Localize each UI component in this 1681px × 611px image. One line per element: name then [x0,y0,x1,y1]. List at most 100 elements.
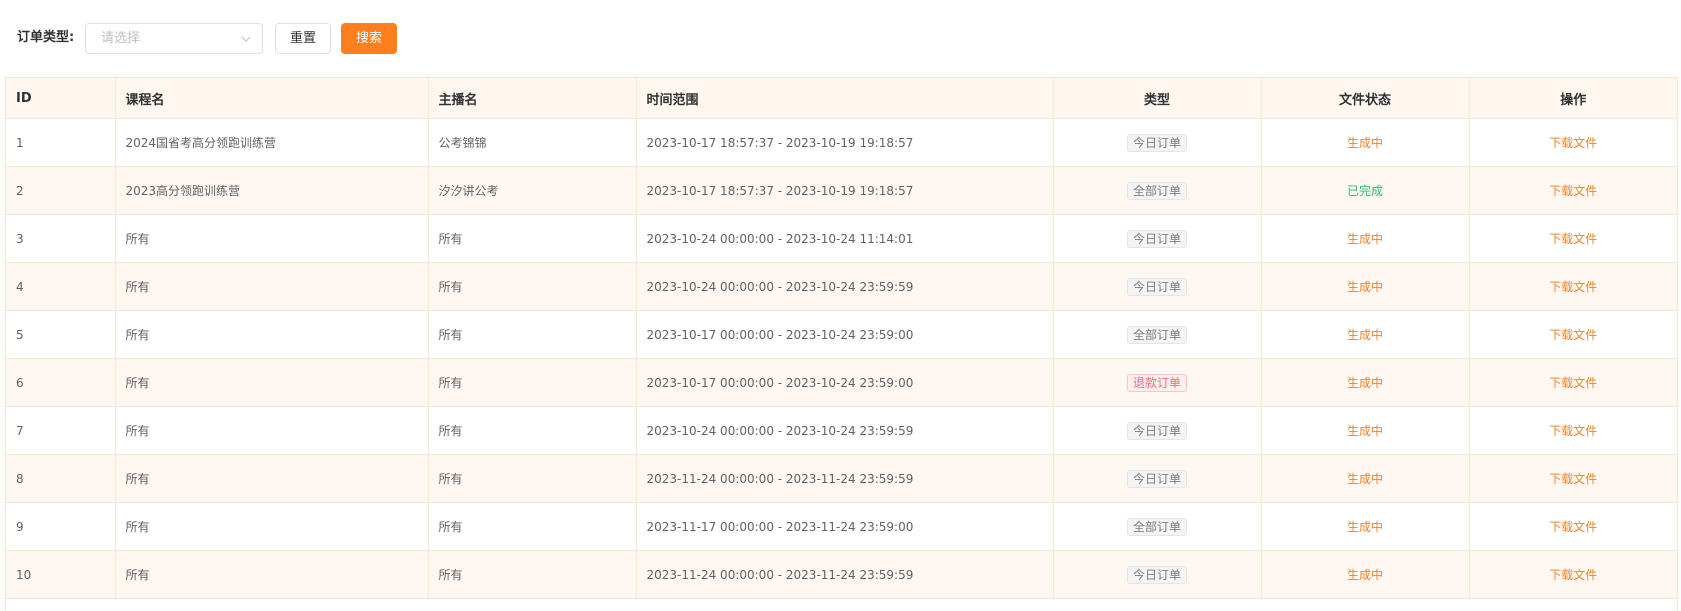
cell-host: 所有 [428,358,637,407]
order-type-tag: 今日订单 [1126,133,1187,152]
cell-type: 今日订单 [1053,550,1262,599]
download-file-link[interactable]: 下载文件 [1549,184,1597,198]
cell-course: 所有 [115,358,429,407]
cell-type: 全部订单 [1053,166,1262,215]
cell-file-status: 生成中 [1261,358,1470,407]
order-type-tag: 全部订单 [1126,181,1187,200]
reset-button[interactable]: 重置 [275,23,331,54]
table-header-row: ID 课程名 主播名 时间范围 类型 文件状态 操作 [6,77,1677,119]
cell-type: 今日订单 [1053,454,1262,503]
cell-time-range: 2023-10-17 18:57:37 - 2023-10-19 19:18:5… [636,118,1054,167]
cell-id: 5 [6,310,116,359]
cell-actions: 下载文件 [1469,502,1677,551]
cell-file-status: 生成中 [1261,262,1470,311]
chevron-down-icon [241,36,251,42]
filter-bar: 订单类型: 请选择 重置 搜索 [0,0,1681,78]
file-status-text: 生成中 [1346,280,1383,294]
download-file-link[interactable]: 下载文件 [1549,280,1597,294]
cell-host: 所有 [428,550,637,599]
table-row: 3 所有 所有 2023-10-24 00:00:00 - 2023-10-24 11… [6,214,1677,263]
header-file-status: 文件状态 [1261,77,1470,119]
order-type-tag: 全部订单 [1126,517,1187,536]
cell-time-range: 2023-10-24 00:00:00 - 2023-10-24 23:59:5… [636,406,1054,455]
cell-time-range: 2023-11-17 00:00:00 - 2023-11-24 23:59:0… [636,502,1054,551]
cell-host: 所有 [428,454,637,503]
cell-host: 公考锦锦 [428,118,637,167]
cell-course: 2024国省考高分领跑训练营 [115,118,429,167]
cell-host: 所有 [428,406,637,455]
cell-id: 2 [6,166,116,215]
order-type-tag: 今日订单 [1126,229,1187,248]
cell-actions: 下载文件 [1469,166,1677,215]
download-file-link[interactable]: 下载文件 [1549,472,1597,486]
cell-id: 6 [6,358,116,407]
order-type-tag: 今日订单 [1126,277,1187,296]
file-status-text: 生成中 [1346,424,1383,438]
table-row: 2 2023高分领跑训练营 汐汐讲公考 2023-10-17 18:57:37 - 2… [6,166,1677,215]
cell-id: 8 [6,454,116,503]
cell-time-range: 2023-11-24 00:00:00 - 2023-11-24 23:59:5… [636,454,1054,503]
order-type-select[interactable]: 请选择 [85,23,263,54]
cell-host: 所有 [428,214,637,263]
table-row: 1 2024国省考高分领跑训练营 公考锦锦 2023-10-17 18:57:37 -… [6,118,1677,167]
orders-table: ID 课程名 主播名 时间范围 类型 文件状态 操作 1 2024国省考高分领跑训… [5,77,1678,611]
file-status-text: 生成中 [1346,520,1383,534]
cell-time-range: 2023-10-24 00:00:00 - 2023-10-24 11:14:0… [636,214,1054,263]
cell-type: 今日订单 [1053,118,1262,167]
download-file-link[interactable]: 下载文件 [1549,376,1597,390]
file-status-text: 生成中 [1346,328,1383,342]
search-button[interactable]: 搜索 [341,23,397,54]
file-status-text: 生成中 [1346,472,1383,486]
order-type-tag: 退款订单 [1126,373,1187,392]
cell-course: 所有 [115,262,429,311]
cell-file-status: 生成中 [1261,502,1470,551]
cell-time-range: 2023-10-24 00:00:00 - 2023-10-24 23:59:5… [636,262,1054,311]
download-file-link[interactable]: 下载文件 [1549,136,1597,150]
download-file-link[interactable]: 下载文件 [1549,328,1597,342]
cell-actions: 下载文件 [1469,550,1677,599]
cell-actions: 下载文件 [1469,358,1677,407]
order-type-placeholder: 请选择 [101,31,141,46]
header-time-range: 时间范围 [636,77,1054,119]
file-status-text: 生成中 [1346,232,1383,246]
cell-actions: 下载文件 [1469,454,1677,503]
order-type-label: 订单类型: [17,30,75,45]
cell-course: 所有 [115,214,429,263]
download-file-link[interactable]: 下载文件 [1549,232,1597,246]
cell-host: 所有 [428,310,637,359]
header-host: 主播名 [428,77,637,119]
order-type-tag: 全部订单 [1126,325,1187,344]
table-row: 9 所有 所有 2023-11-17 00:00:00 - 2023-11-24 23… [6,502,1677,551]
table-row: 5 所有 所有 2023-10-17 00:00:00 - 2023-10-24 23… [6,310,1677,359]
order-type-tag: 今日订单 [1126,469,1187,488]
cell-file-status: 生成中 [1261,406,1470,455]
header-type: 类型 [1053,77,1262,119]
table-row: 4 所有 所有 2023-10-24 00:00:00 - 2023-10-24 23… [6,262,1677,311]
header-id: ID [6,77,116,119]
cell-course: 所有 [115,310,429,359]
download-file-link[interactable]: 下载文件 [1549,424,1597,438]
cell-time-range: 2023-10-17 00:00:00 - 2023-10-24 23:59:0… [636,358,1054,407]
table-row: 6 所有 所有 2023-10-17 00:00:00 - 2023-10-24 23… [6,358,1677,407]
cell-type: 全部订单 [1053,310,1262,359]
file-status-text: 生成中 [1346,376,1383,390]
download-file-link[interactable]: 下载文件 [1549,568,1597,582]
cell-host: 汐汐讲公考 [428,166,637,215]
cell-type: 今日订单 [1053,406,1262,455]
cell-id: 3 [6,214,116,263]
cell-file-status: 生成中 [1261,550,1470,599]
file-status-text: 已完成 [1346,184,1383,198]
cell-file-status: 生成中 [1261,118,1470,167]
cell-file-status: 已完成 [1261,166,1470,215]
cell-type: 退款订单 [1053,358,1262,407]
header-actions: 操作 [1469,77,1677,119]
cell-file-status: 生成中 [1261,214,1470,263]
file-status-text: 生成中 [1346,568,1383,582]
download-file-link[interactable]: 下载文件 [1549,520,1597,534]
cell-type: 全部订单 [1053,502,1262,551]
cell-actions: 下载文件 [1469,310,1677,359]
cell-time-range: 2023-11-24 00:00:00 - 2023-11-24 23:59:5… [636,550,1054,599]
cell-course: 所有 [115,550,429,599]
table-row: 8 所有 所有 2023-11-24 00:00:00 - 2023-11-24 23… [6,454,1677,503]
cell-actions: 下载文件 [1469,406,1677,455]
